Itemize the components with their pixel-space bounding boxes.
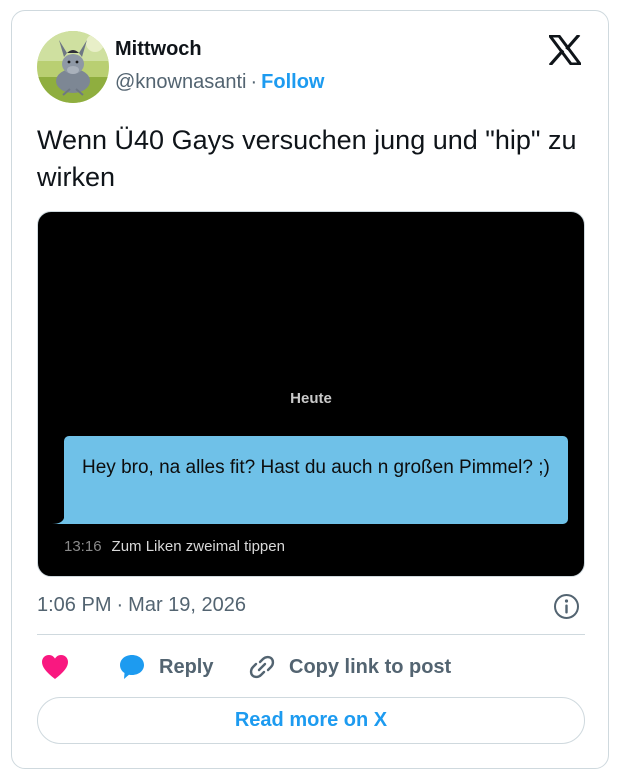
reply-label: Reply xyxy=(159,655,214,678)
chat-date-separator: Heute xyxy=(290,390,332,407)
tweet-media-image[interactable]: Heute Hey bro, na alles fit? Hast du auc… xyxy=(37,211,585,577)
action-bar: Reply Copy link to post xyxy=(12,651,608,685)
author-display-name[interactable]: Mittwoch xyxy=(115,38,202,61)
chat-message-meta: 13:16 Zum Liken zweimal tippen xyxy=(64,538,285,555)
avatar[interactable] xyxy=(37,31,109,103)
link-icon xyxy=(249,655,275,679)
divider xyxy=(37,634,585,635)
tweet-text: Wenn Ü40 Gays versuchen jung und "hip" z… xyxy=(37,125,577,192)
handle-separator: · xyxy=(250,71,258,93)
chat-message-bubble: Hey bro, na alles fit? Hast du auch n gr… xyxy=(64,436,568,524)
read-more-button[interactable]: Read more on X xyxy=(37,697,585,744)
author-handle-row: @knownasanti · Follow xyxy=(115,71,324,94)
follow-button[interactable]: Follow xyxy=(261,71,324,93)
post-timestamp[interactable]: 1:06 PM · Mar 19, 2026 xyxy=(37,594,246,617)
author-handle[interactable]: @knownasanti xyxy=(115,71,246,93)
speech-bubble-icon xyxy=(120,655,144,679)
chat-message-text: Hey bro, na alles fit? Hast du auch n gr… xyxy=(82,457,550,478)
chat-message-hint: Zum Liken zweimal tippen xyxy=(111,538,285,555)
timestamp-separator: · xyxy=(116,594,124,616)
chat-message-time: 13:16 xyxy=(64,538,102,555)
x-logo-icon[interactable] xyxy=(547,33,583,67)
heart-icon xyxy=(42,655,68,679)
like-button[interactable] xyxy=(40,653,70,681)
copy-link-label: Copy link to post xyxy=(289,655,452,678)
info-icon[interactable] xyxy=(553,593,580,620)
reply-button[interactable]: Reply xyxy=(117,651,213,683)
post-date: Mar 19, 2026 xyxy=(128,594,247,616)
post-time: 1:06 PM xyxy=(37,594,112,616)
embedded-post-card: Mittwoch @knownasanti · Follow Wenn Ü40 Ga… xyxy=(11,10,609,769)
avatar-image xyxy=(37,31,109,103)
copy-link-button[interactable]: Copy link to post xyxy=(247,651,451,683)
